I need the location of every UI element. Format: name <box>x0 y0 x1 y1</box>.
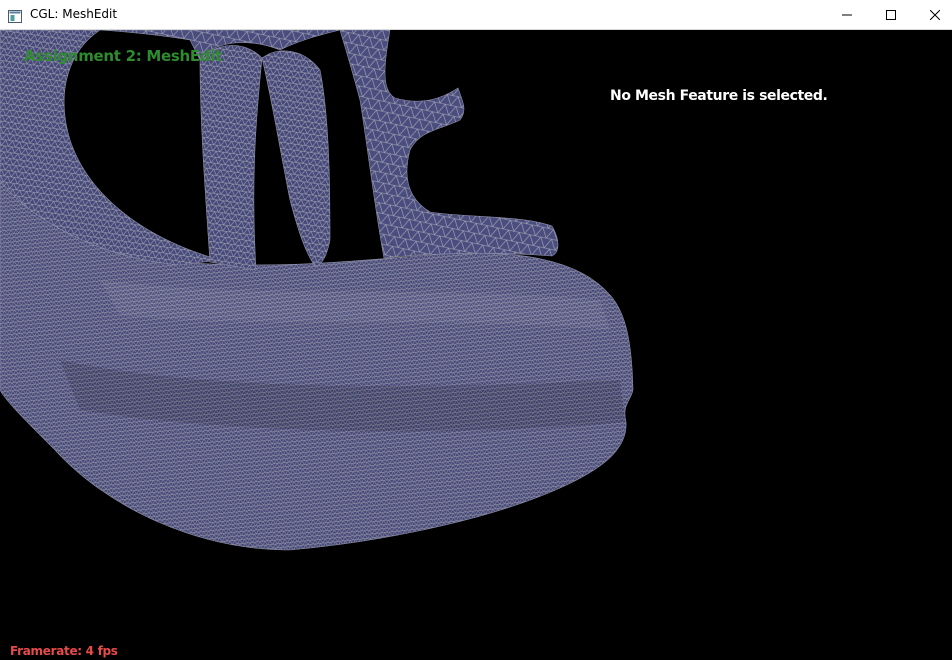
minimize-button[interactable] <box>824 0 870 30</box>
gl-viewport[interactable]: Assignment 2: MeshEdit No Mesh Feature i… <box>0 30 952 660</box>
app-window: CGL: MeshEdit Assignment 2: MeshEdit No … <box>0 0 952 660</box>
window-title: CGL: MeshEdit <box>30 7 118 21</box>
feature-status-text: No Mesh Feature is selected. <box>610 88 828 104</box>
mesh-pillar-right <box>339 30 559 259</box>
mesh-pillar-left <box>199 45 263 271</box>
assignment-title: Assignment 2: MeshEdit <box>24 47 222 65</box>
maximize-icon <box>886 10 896 20</box>
title-bar[interactable]: CGL: MeshEdit <box>0 0 952 30</box>
app-window-icon <box>8 8 22 23</box>
maximize-button[interactable] <box>868 0 914 30</box>
minimize-icon <box>842 10 852 20</box>
close-icon <box>930 10 940 20</box>
framerate-text: Framerate: 4 fps <box>10 644 118 658</box>
close-button[interactable] <box>912 0 952 30</box>
mesh-pillar-middle <box>261 50 331 267</box>
mesh-render[interactable] <box>0 30 952 660</box>
